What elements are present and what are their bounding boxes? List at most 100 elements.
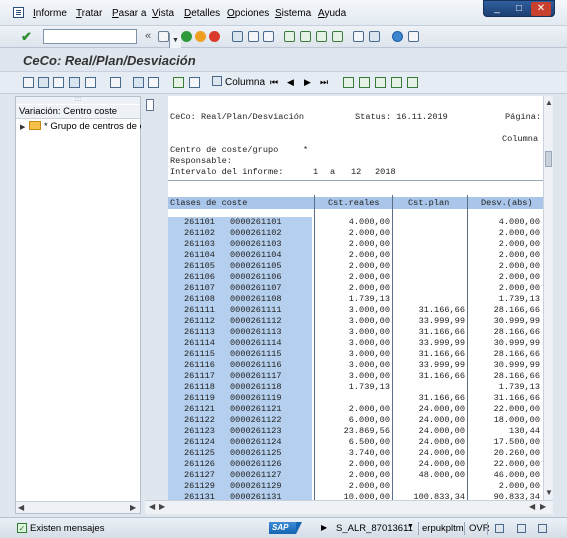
menu-opciones[interactable]: Opciones (227, 8, 269, 19)
minimize-button[interactable]: _ (487, 2, 507, 16)
table-row[interactable]: 261103 0000261103 2.000,00 2.000,00 (168, 239, 543, 250)
hierarchy-icon[interactable] (343, 77, 354, 88)
layout-icon[interactable] (517, 524, 526, 533)
expand-icon[interactable] (53, 77, 64, 88)
back-icon[interactable] (181, 31, 192, 42)
chart-icon[interactable] (133, 77, 144, 88)
close-button[interactable]: ✕ (531, 2, 551, 16)
sort-ascending-icon[interactable] (173, 77, 184, 88)
scroll-left-end-icon[interactable]: ◀ (529, 502, 535, 511)
hierarchy-down-icon[interactable] (375, 77, 386, 88)
menu-pasar-a[interactable]: Pasar a (112, 8, 146, 19)
table-row[interactable]: 261123 0000261123 23.869,56 24.000,00 130,44 (168, 426, 543, 437)
scroll-down-icon[interactable]: ▼ (545, 488, 553, 497)
report-horizontal-scrollbar[interactable]: ◀ ▶ ◀ ▶ (145, 500, 553, 514)
cancel-icon[interactable] (209, 31, 220, 42)
table-row[interactable]: 261116 0000261116 3.000,00 33.999,99 30.999,… (168, 360, 543, 371)
export-icon[interactable] (148, 77, 159, 88)
table-row[interactable]: 261112 0000261112 3.000,00 33.999,99 30.999,… (168, 316, 543, 327)
table-row[interactable]: 261127 0000261127 2.000,00 48.000,00 46.000,… (168, 470, 543, 481)
find-icon[interactable] (248, 31, 259, 42)
command-dropdown-icon[interactable]: ▼ (169, 33, 181, 48)
table-row[interactable]: 261111 0000261111 3.000,00 31.166,66 28.166,… (168, 305, 543, 316)
table-row[interactable]: 261104 0000261104 2.000,00 2.000,00 (168, 250, 543, 261)
transaction-field[interactable]: S_ALR_87013611 (336, 523, 413, 534)
next-page-icon[interactable] (316, 31, 327, 42)
menu-vista[interactable]: Vista (152, 8, 174, 19)
table-row[interactable]: 261115 0000261115 3.000,00 31.166,66 28.166,… (168, 349, 543, 360)
new-session-icon[interactable] (353, 31, 364, 42)
table-row[interactable]: 261124 0000261124 6.500,00 24.000,00 17.500,… (168, 437, 543, 448)
report-icon[interactable] (85, 77, 96, 88)
scroll-thumb[interactable] (545, 151, 552, 167)
connection-icon[interactable] (538, 524, 547, 533)
scroll-right-icon[interactable]: ▶ (159, 502, 165, 511)
table-row[interactable]: 261108 0000261108 1.739,13 1.739,13 (168, 294, 543, 305)
table-row[interactable]: 261122 0000261122 6.000,00 24.000,00 18.000,… (168, 415, 543, 426)
refresh-icon[interactable] (23, 77, 34, 88)
maximize-button[interactable]: □ (509, 2, 529, 16)
scroll-up-icon[interactable]: ▲ (545, 98, 553, 107)
table-row[interactable]: 261117 0000261117 3.000,00 31.166,66 28.166,… (168, 371, 543, 382)
back-arrows-icon[interactable]: « (145, 30, 151, 42)
hierarchy-expand-icon[interactable] (391, 77, 402, 88)
table-row[interactable]: 261125 0000261125 3.740,00 24.000,00 20.260,… (168, 448, 543, 459)
menu-sistema[interactable]: Sistema (275, 8, 311, 19)
previous-column-icon[interactable]: ◀ (287, 77, 298, 88)
status-message[interactable]: Existen mensajes (30, 523, 104, 534)
save-icon[interactable] (158, 31, 169, 42)
find-next-icon[interactable] (263, 31, 274, 42)
table-row[interactable]: 261113 0000261113 3.000,00 31.166,66 28.166,… (168, 327, 543, 338)
table-row[interactable]: 261107 0000261107 2.000,00 2.000,00 (168, 283, 543, 294)
last-column-icon[interactable]: ⏭ (320, 77, 331, 88)
exit-icon[interactable] (195, 31, 206, 42)
lock-icon[interactable] (495, 524, 504, 533)
menu-informe[interactable]: Informe (33, 8, 67, 19)
table-row[interactable]: 261101 0000261101 4.000,00 4.000,00 (168, 217, 543, 228)
hierarchy-collapse-icon[interactable] (407, 77, 418, 88)
customize-layout-icon[interactable] (408, 31, 419, 42)
command-field[interactable]: ▼ (43, 29, 181, 48)
menu-detalles[interactable]: Detalles (184, 8, 220, 19)
scroll-left-icon[interactable]: ◀ (149, 502, 155, 511)
enter-check-icon[interactable]: ✔ (21, 30, 35, 44)
table-row[interactable]: 261121 0000261121 2.000,00 24.000,00 22.000,… (168, 404, 543, 415)
collapse-icon[interactable] (69, 77, 80, 88)
table-row[interactable]: 261119 0000261119 31.166,66 31.166,66 (168, 393, 543, 404)
filter-icon[interactable] (110, 77, 121, 88)
transaction-dropdown-icon[interactable]: ▼ (407, 523, 414, 530)
message-check-icon[interactable]: ✓ (17, 523, 27, 533)
table-row[interactable]: 261131 0000261131 10.000,00 100.833,34 90.83… (168, 492, 543, 500)
tree-horizontal-scrollbar[interactable]: ◀ ▶ (16, 501, 140, 513)
previous-page-icon[interactable] (300, 31, 311, 42)
last-page-icon[interactable] (332, 31, 343, 42)
first-page-icon[interactable] (284, 31, 295, 42)
first-column-icon[interactable]: ⏮ (270, 77, 281, 88)
table-row[interactable]: 261105 0000261105 2.000,00 2.000,00 (168, 261, 543, 272)
scroll-right-icon[interactable]: ▶ (130, 503, 136, 512)
table-row[interactable]: 261129 0000261129 2.000,00 2.000,00 (168, 481, 543, 492)
scroll-left-icon[interactable]: ◀ (18, 503, 24, 512)
scroll-right-end-icon[interactable]: ▶ (540, 502, 546, 511)
table-row[interactable]: 261106 0000261106 2.000,00 2.000,00 (168, 272, 543, 283)
report-vertical-scrollbar[interactable]: ▲ ▼ (543, 96, 553, 500)
table-row[interactable]: 261126 0000261126 2.000,00 24.000,00 22.000,… (168, 459, 543, 470)
print-icon[interactable] (232, 31, 243, 42)
hierarchy-up-icon[interactable] (359, 77, 370, 88)
table-row[interactable]: 261102 0000261102 2.000,00 2.000,00 (168, 228, 543, 239)
system-menu-icon[interactable] (13, 7, 24, 18)
filter-funnel-icon[interactable] (189, 77, 200, 88)
help-icon[interactable] (392, 31, 403, 42)
tree-node-cost-center-group[interactable]: ▶ * Grupo de centros de co (20, 120, 142, 134)
menu-tratar[interactable]: Tratar (76, 8, 102, 19)
columna-button[interactable]: Columna (212, 75, 265, 90)
next-column-icon[interactable]: ▶ (304, 77, 315, 88)
shortcut-icon[interactable] (369, 31, 380, 42)
table-row[interactable]: 261118 0000261118 1.739,13 1.739,13 (168, 382, 543, 393)
pane-grip[interactable]: :::: (16, 97, 140, 104)
table-row[interactable]: 261114 0000261114 3.000,00 33.999,99 30.999,… (168, 338, 543, 349)
expand-arrow-icon[interactable]: ▶ (20, 121, 29, 134)
navigation-icon[interactable] (38, 77, 49, 88)
menu-ayuda[interactable]: Ayuda (318, 8, 346, 19)
status-expand-icon[interactable]: ▶ (321, 523, 327, 532)
